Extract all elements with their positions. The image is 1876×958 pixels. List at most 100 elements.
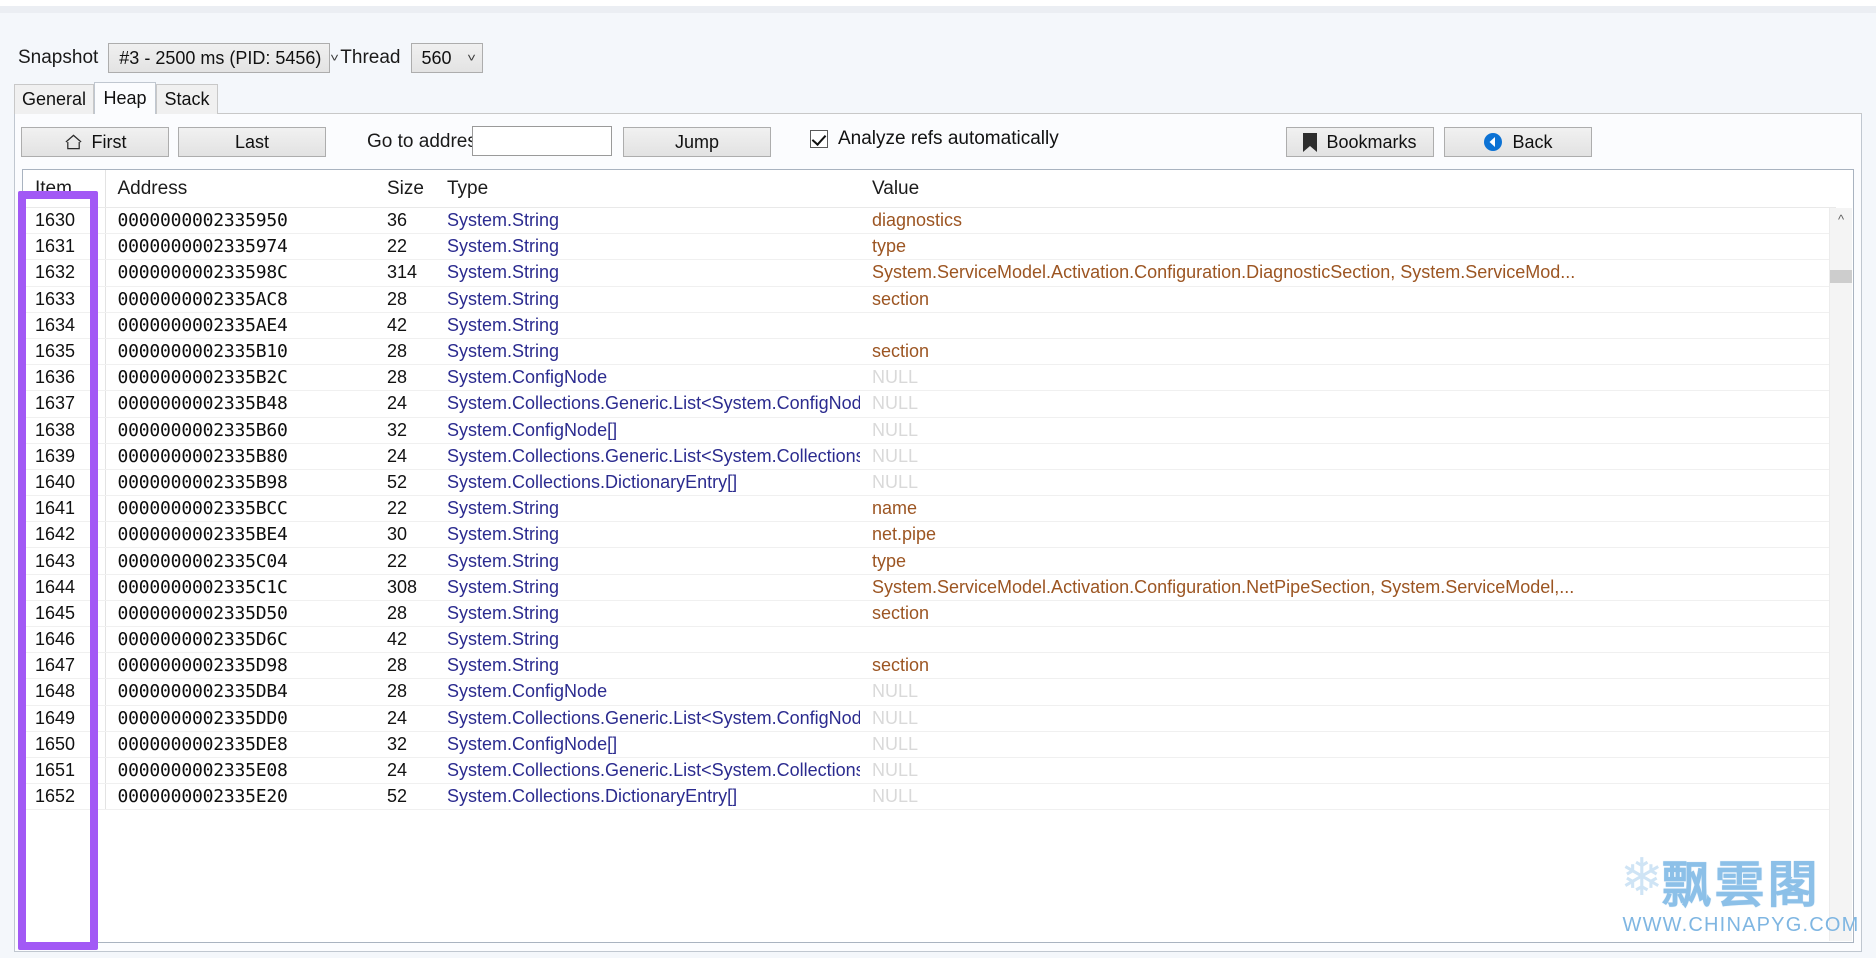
cell-type: System.Collections.DictionaryEntry[] <box>435 469 860 497</box>
table-row[interactable]: 1634 0000000002335AE4 42 System.String <box>23 312 1836 339</box>
thread-select[interactable]: 560 ˅ <box>410 43 483 73</box>
cell-type: System.ConfigNode[] <box>435 731 860 758</box>
table-row[interactable]: 1652 0000000002335E20 52 System.Collections… <box>23 783 1836 811</box>
cell-size: 24 <box>375 390 435 418</box>
last-button[interactable]: Last <box>178 127 326 157</box>
cell-size: 314 <box>375 259 435 287</box>
cell-addr: 0000000002335C04 <box>105 547 375 575</box>
cell-addr: 0000000002335C1C <box>105 574 375 601</box>
back-button[interactable]: Back <box>1444 127 1592 157</box>
cell-value: NULL <box>860 783 1836 811</box>
first-button-label: First <box>91 131 127 152</box>
column-header-size[interactable]: Size <box>375 170 435 208</box>
jump-button[interactable]: Jump <box>623 127 771 157</box>
cell-item: 1649 <box>23 705 106 732</box>
cell-size: 28 <box>375 364 435 392</box>
thread-label: Thread <box>340 47 401 68</box>
cell-size: 32 <box>375 417 435 444</box>
table-row[interactable]: 1650 0000000002335DE8 32 System.ConfigNode[… <box>23 731 1836 758</box>
cell-type: System.ConfigNode <box>435 678 860 706</box>
cell-addr: 0000000002335DB4 <box>105 678 375 706</box>
cell-size: 42 <box>375 312 435 339</box>
table-row[interactable]: 1651 0000000002335E08 24 System.Collections… <box>23 757 1836 785</box>
cell-size: 28 <box>375 286 435 313</box>
table-row[interactable]: 1641 0000000002335BCC 22 System.String name <box>23 495 1836 523</box>
table-row[interactable]: 1648 0000000002335DB4 28 System.ConfigNode N… <box>23 678 1836 706</box>
tab-heap[interactable]: Heap <box>94 82 156 114</box>
tab-general[interactable]: General <box>14 84 94 114</box>
cell-addr: 0000000002335B48 <box>105 390 375 418</box>
table-row[interactable]: 1636 0000000002335B2C 28 System.ConfigNode N… <box>23 364 1836 392</box>
table-row[interactable]: 1638 0000000002335B60 32 System.ConfigNode[… <box>23 417 1836 444</box>
table-row[interactable]: 1632 000000000233598C 314 System.String Syst… <box>23 259 1836 287</box>
cell-item: 1631 <box>23 233 106 261</box>
cell-type: System.String <box>435 312 860 339</box>
table-row[interactable]: 1635 0000000002335B10 28 System.String secti… <box>23 338 1836 366</box>
first-button[interactable]: First <box>21 127 169 157</box>
goto-address-label: Go to address <box>367 131 487 152</box>
cell-size: 22 <box>375 233 435 261</box>
column-header-type[interactable]: Type <box>435 170 860 208</box>
cell-value: NULL <box>860 443 1836 470</box>
scrollbar-thumb[interactable] <box>1830 270 1852 283</box>
cell-value: section <box>860 338 1836 366</box>
cell-addr: 0000000002335B60 <box>105 417 375 444</box>
cell-item: 1645 <box>23 600 106 628</box>
table-row[interactable]: 1647 0000000002335D98 28 System.String secti… <box>23 652 1836 680</box>
table-row[interactable]: 1640 0000000002335B98 52 System.Collections… <box>23 469 1836 497</box>
cell-size: 28 <box>375 600 435 628</box>
cell-value: name <box>860 495 1836 523</box>
table-row[interactable]: 1630 0000000002335950 36 System.String diagn… <box>23 207 1836 235</box>
cell-size: 42 <box>375 626 435 654</box>
cell-type: System.Collections.Generic.List<System.C… <box>435 390 860 418</box>
cell-type: System.String <box>435 574 860 601</box>
cell-item: 1634 <box>23 312 106 339</box>
cell-addr: 0000000002335950 <box>105 207 375 235</box>
cell-value: type <box>860 233 1836 261</box>
column-header-address[interactable]: Address <box>105 170 375 208</box>
table-row[interactable]: 1646 0000000002335D6C 42 System.String <box>23 626 1836 654</box>
tab-stack[interactable]: Stack <box>156 84 218 114</box>
cell-item: 1632 <box>23 259 106 287</box>
chevron-down-icon: ˅ <box>467 51 477 65</box>
cell-size: 28 <box>375 338 435 366</box>
table-row[interactable]: 1633 0000000002335AC8 28 System.String secti… <box>23 286 1836 313</box>
table-row[interactable]: 1645 0000000002335D50 28 System.String secti… <box>23 600 1836 628</box>
cell-addr: 0000000002335E08 <box>105 757 375 785</box>
table-row[interactable]: 1644 0000000002335C1C 308 System.String Syst… <box>23 574 1836 601</box>
chevron-up-icon[interactable]: ^ <box>1830 208 1852 230</box>
last-button-label: Last <box>234 131 270 152</box>
cell-type: System.String <box>435 207 860 235</box>
table-row[interactable]: 1639 0000000002335B80 24 System.Collections… <box>23 443 1836 470</box>
cell-addr: 0000000002335974 <box>105 233 375 261</box>
table-row[interactable]: 1637 0000000002335B48 24 System.Collections… <box>23 390 1836 418</box>
table-row[interactable]: 1649 0000000002335DD0 24 System.Collections… <box>23 705 1836 732</box>
column-header-value[interactable]: Value <box>860 170 1836 208</box>
cell-type: System.Collections.Generic.List<System.C… <box>435 443 860 470</box>
cell-item: 1652 <box>23 783 106 811</box>
cell-item: 1633 <box>23 286 106 313</box>
cell-type: System.Collections.DictionaryEntry[] <box>435 783 860 811</box>
snapshot-toolbar: Snapshot #3 - 2500 ms (PID: 5456) ˅ Thre… <box>18 42 483 74</box>
cell-value: section <box>860 652 1836 680</box>
cell-addr: 0000000002335AC8 <box>105 286 375 313</box>
snapshot-label: Snapshot <box>18 47 99 68</box>
home-icon <box>64 133 83 151</box>
table-row[interactable]: 1643 0000000002335C04 22 System.String type <box>23 547 1836 575</box>
table-header-row: Item Address Size Type Value <box>23 170 1836 208</box>
column-header-item[interactable]: Item <box>23 170 106 208</box>
table-row[interactable]: 1642 0000000002335BE4 30 System.String net.p… <box>23 521 1836 549</box>
table-row[interactable]: 1631 0000000002335974 22 System.String type <box>23 233 1836 261</box>
bookmarks-button[interactable]: Bookmarks <box>1286 127 1434 157</box>
analyze-refs-checkbox[interactable]: Analyze refs automatically <box>810 128 1059 150</box>
cell-size: 28 <box>375 678 435 706</box>
heap-objects-grid[interactable]: Item Address Size Type Value 1630 0000000… <box>22 169 1854 943</box>
goto-address-input[interactable] <box>472 126 612 156</box>
snapshot-select[interactable]: #3 - 2500 ms (PID: 5456) ˅ <box>108 43 339 73</box>
cell-addr: 0000000002335D98 <box>105 652 375 680</box>
grid-vertical-scrollbar[interactable]: ^ <box>1829 208 1852 941</box>
cell-size: 24 <box>375 757 435 785</box>
cell-item: 1641 <box>23 495 106 523</box>
bookmark-icon <box>1303 132 1318 152</box>
cell-item: 1637 <box>23 390 106 418</box>
